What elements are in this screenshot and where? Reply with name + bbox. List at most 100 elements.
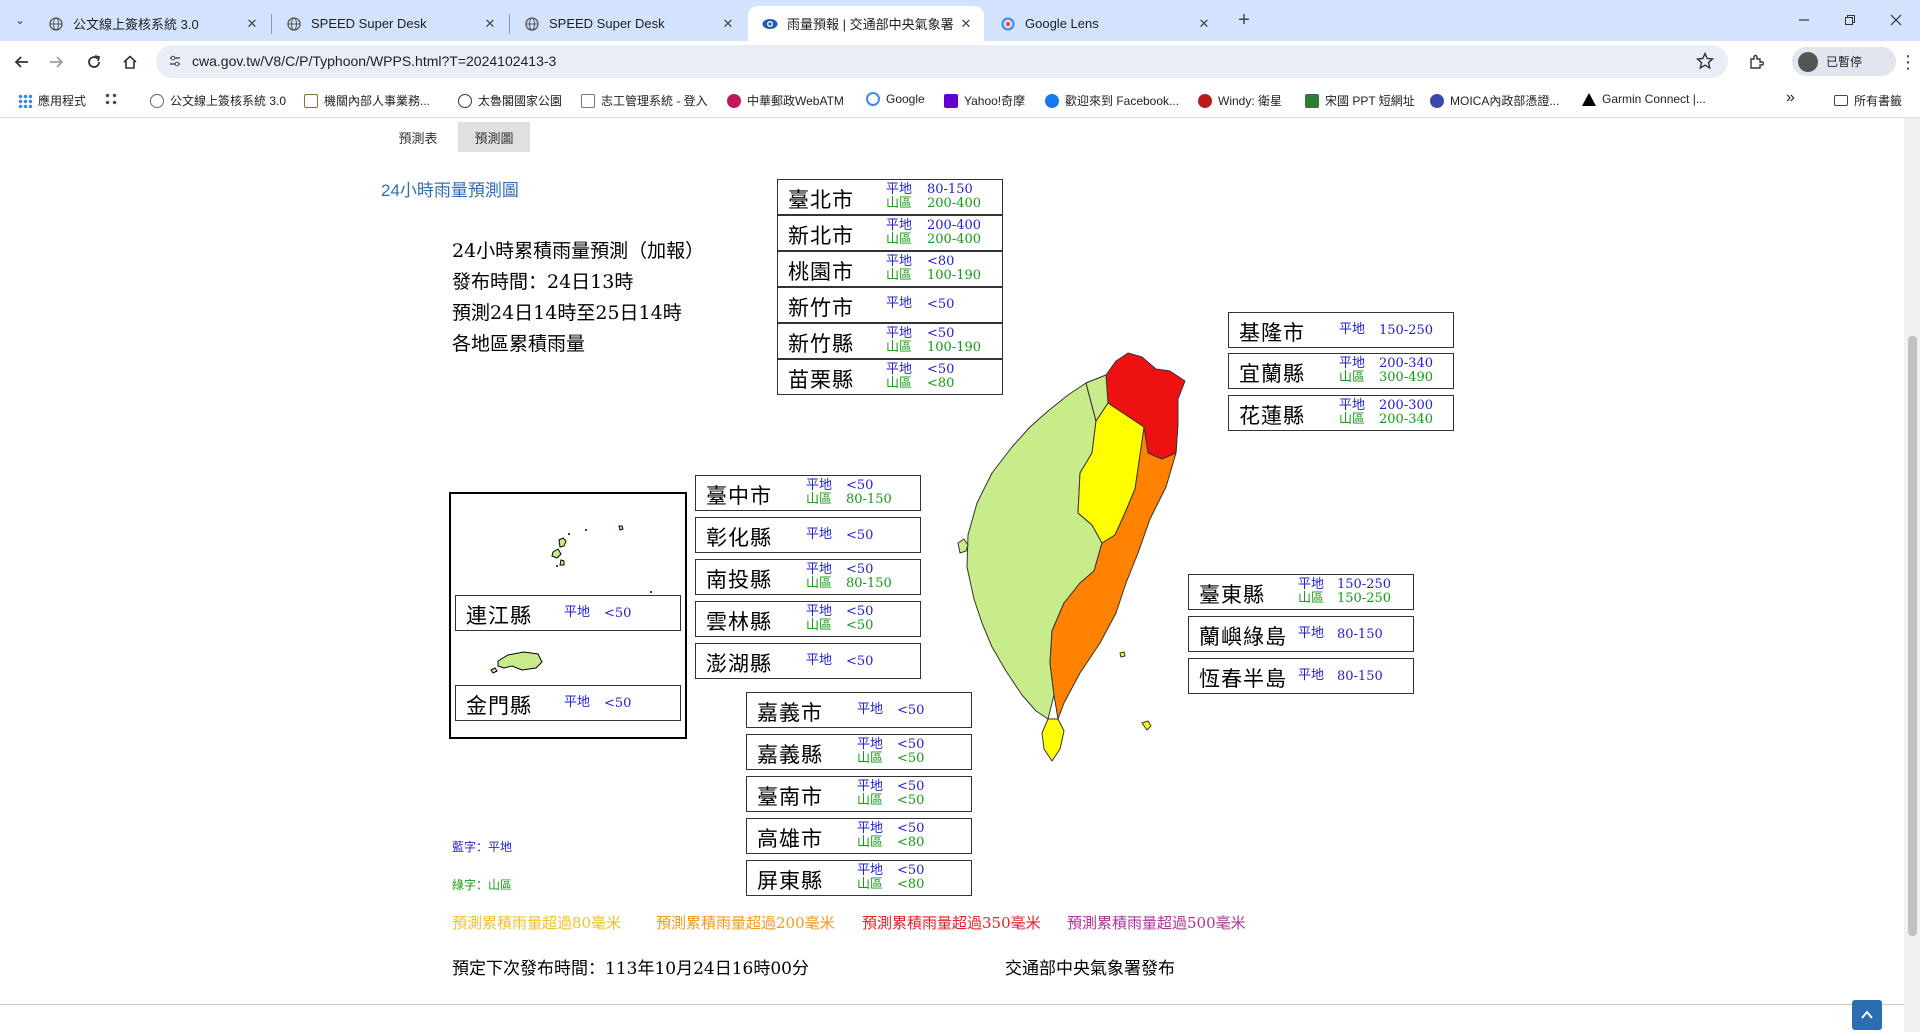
- mountain-value: 100-190: [927, 268, 982, 283]
- region-name: 新竹市: [788, 296, 854, 320]
- globe-icon: [48, 16, 64, 32]
- mountain-value: 80-150: [846, 576, 892, 591]
- bookmark-personnel[interactable]: 機關內部人事業務...: [304, 92, 430, 109]
- forward-icon[interactable]: [42, 48, 70, 76]
- close-tab-icon[interactable]: ✕: [1194, 14, 1214, 34]
- flat-label: 平地: [886, 182, 913, 197]
- flat-value: <50: [927, 326, 955, 341]
- minimize-icon[interactable]: [1790, 6, 1818, 34]
- bookmark-star-icon[interactable]: [1695, 51, 1715, 75]
- bookmark-facebook[interactable]: 歡迎來到 Facebook...: [1045, 92, 1179, 109]
- tab-speed-desk-2[interactable]: SPEED Super Desk ✕: [510, 6, 746, 41]
- profile-button[interactable]: 已暫停: [1792, 47, 1896, 76]
- bookmark-apps[interactable]: 應用程式: [18, 92, 86, 109]
- menu-icon[interactable]: ⋮: [1894, 48, 1920, 76]
- page-scrollbar[interactable]: [1904, 118, 1920, 1032]
- flat-value: <50: [604, 606, 632, 621]
- tab-strip: ⌄ 公文線上簽核系統 3.0 ✕ SPEED Super Desk ✕ SPEE…: [0, 0, 1920, 41]
- document-icon: [581, 93, 595, 108]
- bookmark-garmin[interactable]: Garmin Connect |...: [1582, 92, 1706, 106]
- mountain-label: 山區: [857, 751, 884, 766]
- region-hsinchucounty: 新竹縣 平地 山區 <50 100-190: [777, 323, 1003, 359]
- region-taichung: 臺中市 平地 山區 <50 80-150: [695, 475, 921, 511]
- avatar: [1798, 51, 1818, 72]
- tab-forecast-map[interactable]: 預測圖: [458, 122, 530, 152]
- folder-icon: [1834, 95, 1848, 106]
- close-window-icon[interactable]: [1882, 6, 1910, 34]
- bookmark-ppt[interactable]: 宋國 PPT 短網址: [1305, 92, 1415, 109]
- flat-label: 平地: [886, 326, 913, 341]
- flat-value: <50: [897, 703, 925, 718]
- tab-speed-desk-1[interactable]: SPEED Super Desk ✕: [272, 6, 508, 41]
- flat-value: <50: [846, 654, 874, 669]
- flat-label: 平地: [564, 695, 591, 710]
- garmin-icon: [1582, 92, 1596, 106]
- restore-icon[interactable]: [1836, 6, 1864, 34]
- flat-value: <50: [927, 297, 955, 312]
- bookmarks-overflow-button[interactable]: »: [1786, 89, 1795, 107]
- flat-value: <50: [897, 779, 925, 794]
- close-tab-icon[interactable]: ✕: [956, 14, 976, 34]
- region-name: 嘉義縣: [757, 743, 823, 767]
- mountain-value: <80: [897, 877, 925, 892]
- grid-icon: [104, 92, 118, 106]
- address-bar[interactable]: cwa.gov.tw/V8/C/P/Typhoon/WPPS.html?T=20…: [156, 45, 1728, 78]
- region-name: 苗栗縣: [788, 368, 854, 392]
- flat-label: 平地: [806, 653, 833, 668]
- back-icon[interactable]: [8, 48, 36, 76]
- reload-icon[interactable]: [80, 48, 108, 76]
- region-name: 蘭嶼綠島: [1199, 625, 1287, 649]
- bookmark-taroko[interactable]: 太魯閣國家公園: [458, 92, 562, 109]
- globe-icon: [524, 16, 540, 32]
- close-tab-icon[interactable]: ✕: [242, 14, 262, 34]
- flat-value: <50: [897, 863, 925, 878]
- facebook-icon: [1045, 93, 1059, 108]
- flat-label: 平地: [857, 737, 884, 752]
- cwa-logo-icon: [762, 16, 778, 32]
- flat-label: 平地: [564, 605, 591, 620]
- bookmark-gov-docs[interactable]: 公文線上簽核系統 3.0: [150, 92, 286, 109]
- flat-value: 200-300: [1379, 398, 1434, 413]
- moica-icon: [1430, 93, 1444, 108]
- legend-over-500: 預測累積雨量超過500毫米: [1067, 914, 1246, 932]
- bookmark-grid[interactable]: [104, 92, 118, 106]
- site-info-icon[interactable]: [168, 54, 182, 73]
- flat-label: 平地: [886, 362, 913, 377]
- bookmark-volunteer[interactable]: 志工管理系統 - 登入: [581, 92, 708, 109]
- flat-value: <50: [927, 362, 955, 377]
- mountain-label: 山區: [806, 618, 833, 633]
- flat-value: 150-250: [1337, 577, 1392, 592]
- region-taitung: 臺東縣 平地 山區 150-250 150-250: [1188, 574, 1414, 610]
- region-kinmen: 金門縣 平地 <50: [455, 685, 681, 721]
- globe-icon: [150, 93, 164, 108]
- flat-label: 平地: [1298, 577, 1325, 592]
- region-lienchiang: 連江縣 平地 <50: [455, 595, 681, 631]
- flat-label: 平地: [806, 562, 833, 577]
- tab-google-lens[interactable]: Google Lens ✕: [986, 6, 1222, 41]
- region-name: 南投縣: [706, 568, 772, 592]
- region-name: 臺中市: [706, 484, 772, 508]
- scrollbar-thumb[interactable]: [1908, 336, 1917, 936]
- tab-gov-docs[interactable]: 公文線上簽核系統 3.0 ✕: [34, 6, 270, 41]
- bookmark-post-atm[interactable]: 中華郵政WebATM: [727, 92, 844, 109]
- bookmark-windy[interactable]: Windy: 衛星: [1198, 92, 1282, 109]
- new-tab-button[interactable]: +: [1230, 6, 1258, 34]
- region-name: 臺南市: [757, 785, 823, 809]
- region-accumulation-label: 各地區累積雨量: [452, 333, 586, 355]
- tab-search-button[interactable]: ⌄: [6, 6, 34, 34]
- tab-rainfall-forecast[interactable]: 雨量預報 | 交通部中央氣象署 ✕: [748, 6, 984, 41]
- forecast-period: 預測24日14時至25日14時: [452, 302, 682, 324]
- all-bookmarks-button[interactable]: 所有書籤: [1834, 92, 1902, 109]
- tab-forecast-table[interactable]: 預測表: [382, 122, 454, 152]
- close-tab-icon[interactable]: ✕: [718, 14, 738, 34]
- bookmark-moica[interactable]: MOICA內政部憑證...: [1430, 92, 1559, 109]
- region-kaohsiung: 高雄市 平地 山區 <50 <80: [746, 818, 972, 854]
- bookmark-google[interactable]: Google: [866, 92, 925, 106]
- back-to-top-button[interactable]: [1852, 1000, 1882, 1030]
- extensions-icon[interactable]: [1742, 48, 1770, 76]
- flat-value: 150-250: [1379, 323, 1434, 338]
- bookmark-yahoo[interactable]: Yahoo!奇摩: [944, 92, 1025, 109]
- close-tab-icon[interactable]: ✕: [480, 14, 500, 34]
- globe-icon: [458, 93, 472, 108]
- home-icon[interactable]: [116, 48, 144, 76]
